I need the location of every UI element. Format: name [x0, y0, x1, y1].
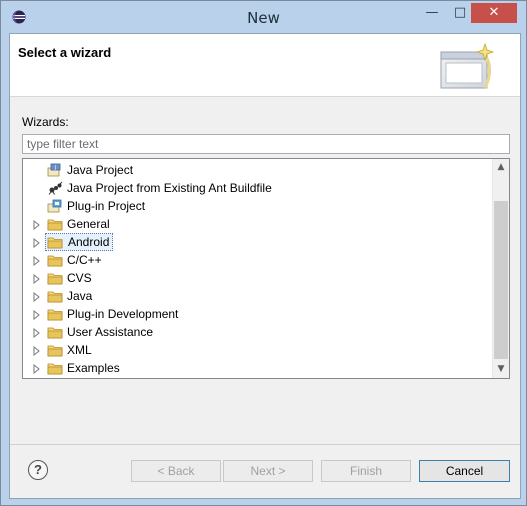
new-wizard-dialog: New — □ ✕ Select a wizard Wizards: type … [0, 0, 527, 506]
plugin-project-icon [47, 199, 63, 213]
tree-item-selected[interactable]: Android [23, 233, 493, 251]
tree-item[interactable]: General [23, 215, 493, 233]
button-bar-separator [10, 444, 520, 445]
ant-icon [47, 181, 63, 195]
folder-icon [47, 325, 63, 339]
expand-arrow-icon[interactable] [33, 219, 41, 231]
wizard-tree[interactable]: Examples XML User Assistance Plug-in Develo… [22, 158, 510, 379]
scroll-up-arrow-icon[interactable]: ▲ [493, 159, 509, 176]
folder-icon [47, 289, 63, 303]
tree-item[interactable]: CVS [23, 269, 493, 287]
dialog-body: Select a wizard Wizards: Examples XML User… [9, 33, 521, 499]
tree-item[interactable]: Examples [23, 359, 493, 377]
folder-icon [47, 217, 63, 231]
svg-text:J: J [54, 165, 56, 171]
expand-arrow-icon[interactable] [33, 309, 41, 321]
expand-arrow-icon[interactable] [33, 363, 41, 375]
folder-icon [47, 253, 63, 267]
tree-item-label: General [67, 217, 110, 231]
java-project-icon: J [47, 163, 63, 177]
folder-icon [47, 235, 63, 249]
title-bar[interactable]: New — □ ✕ [1, 1, 526, 33]
tree-item[interactable]: XML [23, 341, 493, 359]
tree-item-label: Java Project from Existing Ant Buildfile [67, 181, 272, 195]
expand-arrow-icon[interactable] [33, 291, 41, 303]
minimize-button[interactable]: — [419, 3, 445, 23]
folder-icon [47, 271, 63, 285]
folder-icon [47, 307, 63, 321]
finish-button[interactable]: Finish [321, 460, 411, 482]
tree-item-label: XML [67, 343, 92, 357]
tree-item-label: Examples [67, 361, 120, 375]
tree-item-label: Java Project [67, 163, 134, 177]
next-button[interactable]: Next > [223, 460, 313, 482]
expand-arrow-icon[interactable] [33, 237, 41, 249]
expand-arrow-icon[interactable] [33, 273, 41, 285]
expand-arrow-icon[interactable] [33, 327, 41, 339]
tree-item-label: Java [67, 289, 93, 303]
tree-item[interactable]: Plug-in Development [23, 305, 493, 323]
wizards-label: Wizards: [22, 115, 69, 129]
tree-item[interactable]: Java Project from Existing Ant Buildfile [23, 179, 493, 197]
tree-item-label: C/C++ [67, 253, 102, 267]
tree-item[interactable]: User Assistance [23, 323, 493, 341]
wizard-banner: Select a wizard [10, 34, 520, 97]
folder-icon [47, 343, 63, 357]
close-button[interactable]: ✕ [471, 3, 517, 23]
expand-arrow-icon[interactable] [33, 255, 41, 267]
tree-item[interactable]: C/C++ [23, 251, 493, 269]
tree-item-label: User Assistance [67, 325, 154, 339]
new-wizard-banner-icon [440, 42, 495, 89]
scroll-down-arrow-icon[interactable]: ▼ [493, 361, 509, 378]
cancel-button[interactable]: Cancel [419, 460, 510, 482]
help-icon[interactable]: ? [28, 460, 48, 480]
maximize-button[interactable]: □ [447, 3, 473, 23]
tree-item-label: Plug-in Project [67, 199, 146, 213]
tree-item[interactable]: Plug-in Project [23, 197, 493, 215]
scroll-thumb[interactable] [494, 201, 508, 359]
folder-icon [47, 361, 63, 375]
vertical-scrollbar[interactable]: ▲ ▼ [492, 159, 509, 378]
expand-arrow-icon[interactable] [33, 345, 41, 357]
tree-item-label: Plug-in Development [67, 307, 179, 321]
tree-item[interactable]: J Java Project [23, 161, 493, 179]
tree-item-label: CVS [67, 271, 92, 285]
filter-input[interactable] [22, 134, 510, 154]
banner-title: Select a wizard [18, 45, 112, 60]
back-button[interactable]: < Back [131, 460, 221, 482]
tree-item[interactable]: Java [23, 287, 493, 305]
